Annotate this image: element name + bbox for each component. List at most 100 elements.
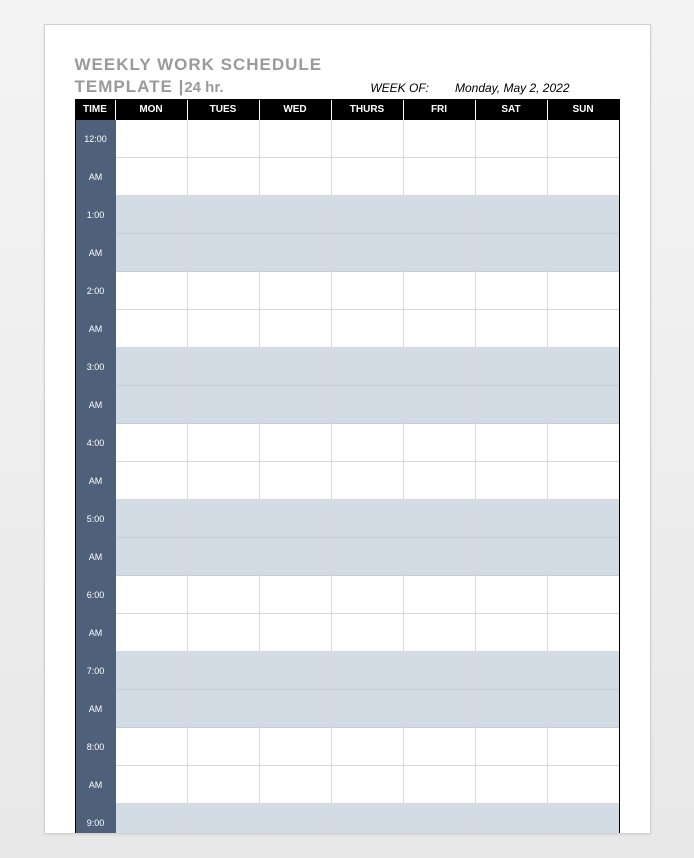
day-cell[interactable] (260, 386, 332, 424)
day-cell[interactable] (548, 386, 619, 424)
slot[interactable] (332, 424, 403, 462)
day-cell[interactable] (332, 310, 404, 348)
day-cell[interactable] (332, 158, 404, 196)
day-cell[interactable] (260, 424, 332, 462)
slot[interactable] (404, 576, 475, 614)
day-cell[interactable] (116, 500, 188, 538)
day-cell[interactable] (260, 728, 332, 766)
slot[interactable] (404, 424, 475, 462)
slot[interactable] (332, 538, 403, 576)
slot[interactable] (260, 310, 331, 348)
slot[interactable] (476, 652, 547, 690)
slot[interactable] (476, 766, 547, 804)
slot[interactable] (476, 348, 547, 386)
day-cell[interactable] (260, 804, 332, 834)
day-cell[interactable] (332, 728, 404, 766)
slot[interactable] (260, 576, 331, 614)
day-cell[interactable] (188, 234, 260, 272)
slot[interactable] (548, 652, 619, 690)
day-cell[interactable] (476, 766, 548, 804)
day-cell[interactable] (116, 272, 188, 310)
day-cell[interactable] (548, 348, 619, 386)
day-cell[interactable] (332, 690, 404, 728)
day-cell[interactable] (116, 234, 188, 272)
day-cell[interactable] (188, 804, 260, 834)
day-cell[interactable] (116, 652, 188, 690)
slot[interactable] (548, 196, 619, 234)
slot[interactable] (116, 766, 187, 804)
slot[interactable] (116, 348, 187, 386)
slot[interactable] (260, 652, 331, 690)
day-cell[interactable] (404, 766, 476, 804)
day-cell[interactable] (332, 196, 404, 234)
day-cell[interactable] (332, 424, 404, 462)
slot[interactable] (332, 120, 403, 158)
day-cell[interactable] (476, 728, 548, 766)
slot[interactable] (476, 158, 547, 196)
slot[interactable] (476, 462, 547, 500)
slot[interactable] (116, 386, 187, 424)
day-cell[interactable] (116, 766, 188, 804)
slot[interactable] (548, 424, 619, 462)
slot[interactable] (188, 158, 259, 196)
day-cell[interactable] (476, 234, 548, 272)
day-cell[interactable] (548, 500, 619, 538)
slot[interactable] (260, 690, 331, 728)
day-cell[interactable] (332, 500, 404, 538)
day-cell[interactable] (548, 310, 619, 348)
day-cell[interactable] (476, 158, 548, 196)
day-cell[interactable] (188, 690, 260, 728)
day-cell[interactable] (116, 728, 188, 766)
slot[interactable] (476, 576, 547, 614)
day-cell[interactable] (476, 310, 548, 348)
slot[interactable] (476, 804, 547, 834)
slot[interactable] (404, 310, 475, 348)
day-cell[interactable] (332, 576, 404, 614)
day-cell[interactable] (548, 120, 619, 158)
slot[interactable] (548, 690, 619, 728)
slot[interactable] (188, 386, 259, 424)
slot[interactable] (548, 158, 619, 196)
day-cell[interactable] (404, 120, 476, 158)
day-cell[interactable] (476, 424, 548, 462)
slot[interactable] (260, 804, 331, 834)
slot[interactable] (404, 690, 475, 728)
day-cell[interactable] (332, 766, 404, 804)
slot[interactable] (332, 614, 403, 652)
slot[interactable] (476, 690, 547, 728)
slot[interactable] (404, 196, 475, 234)
slot[interactable] (188, 462, 259, 500)
day-cell[interactable] (404, 386, 476, 424)
day-cell[interactable] (188, 500, 260, 538)
day-cell[interactable] (188, 652, 260, 690)
day-cell[interactable] (116, 576, 188, 614)
slot[interactable] (188, 424, 259, 462)
day-cell[interactable] (188, 424, 260, 462)
day-cell[interactable] (332, 804, 404, 834)
slot[interactable] (188, 728, 259, 766)
slot[interactable] (260, 158, 331, 196)
slot[interactable] (404, 614, 475, 652)
slot[interactable] (116, 310, 187, 348)
slot[interactable] (116, 196, 187, 234)
slot[interactable] (404, 158, 475, 196)
day-cell[interactable] (404, 196, 476, 234)
slot[interactable] (116, 462, 187, 500)
slot[interactable] (404, 348, 475, 386)
slot[interactable] (332, 386, 403, 424)
day-cell[interactable] (332, 120, 404, 158)
day-cell[interactable] (476, 652, 548, 690)
slot[interactable] (548, 614, 619, 652)
slot[interactable] (404, 728, 475, 766)
slot[interactable] (116, 272, 187, 310)
slot[interactable] (476, 272, 547, 310)
day-cell[interactable] (116, 424, 188, 462)
day-cell[interactable] (476, 538, 548, 576)
day-cell[interactable] (260, 576, 332, 614)
day-cell[interactable] (188, 462, 260, 500)
slot[interactable] (332, 804, 403, 834)
day-cell[interactable] (476, 348, 548, 386)
day-cell[interactable] (260, 690, 332, 728)
slot[interactable] (332, 310, 403, 348)
slot[interactable] (188, 652, 259, 690)
